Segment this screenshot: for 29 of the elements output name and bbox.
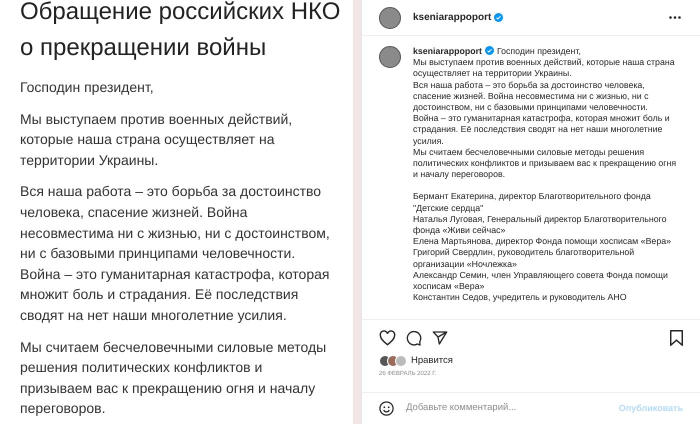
send-icon[interactable] <box>432 330 448 346</box>
more-icon[interactable] <box>669 16 681 19</box>
caption-text: Мы выступаем против военных действий, которые наша страна осуществляет на территории Украины. <box>413 57 676 80</box>
caption-text: Война – это гуманитарная катастрофа, которая множит боль и страдания. Её последствия сводят на нет наши многолетние усилия. <box>413 113 671 147</box>
caption-text: Мы считаем бесчеловечными силовые методы решения политических конфликтов и призываем вас к прекращению огня и началу переговоров. <box>413 146 678 180</box>
emoji-icon[interactable] <box>379 401 394 416</box>
signatory-text: Елена Мартьянова, директор Фонда помощи хосписам «Вера» <box>413 236 672 248</box>
signatory-text: Григорий Свердлин, руководитель благотворительной организации «Ночлежка» <box>413 247 636 270</box>
heart-icon[interactable] <box>379 330 396 346</box>
document-paragraph: Господин президент, <box>20 78 155 97</box>
signatory-text: Константин Седов, учредитель и руководитель АНО <box>413 292 628 304</box>
document-paragraph: Мы выступаем против военных действий, которые наша страна осуществляет на территории Украины. <box>20 110 294 170</box>
likes-label[interactable]: Нравится <box>411 354 453 368</box>
username[interactable]: kseniarappoport <box>413 46 482 56</box>
bookmark-icon[interactable] <box>670 330 683 346</box>
signatory-text: Наталья Луговая, Генеральный директор Благотворительного фонда «Живи сейчас» <box>413 214 668 236</box>
avatar[interactable] <box>379 6 401 28</box>
liker-avatars <box>379 355 407 368</box>
document-title: Обращение российских НКО о прекращении войны <box>20 0 342 63</box>
caption-text: Вся наша работа – это борьба за достоинство человека, спасение жизней. Война несовместима ни с жизнью, ни с достоинством, ни с базовыми принципами человечности. <box>413 80 650 114</box>
username[interactable]: kseniarappoport <box>413 10 492 25</box>
comment-field[interactable]: Добавьте комментарий... <box>406 401 619 416</box>
document-paragraph: Вся наша работа – это борьба за достоинство человека, спасение жизней. Война несовместима ни с жизнью, ни с достоинством, ни с базовыми принципами человечности. Война – это гуманитарная катастрофа, которая множит боль и страдания. Её последствия сводят на нет наши многолетние усилия. <box>20 182 331 325</box>
signatory-text: Александр Семин, член Управляющего совета Фонда помощи хосписам «Вера» <box>413 270 669 292</box>
avatar[interactable] <box>379 46 401 68</box>
caption-text: Господин президент, <box>496 46 581 56</box>
comment-icon[interactable] <box>406 330 422 346</box>
document-paragraph: Мы считаем бесчеловечными силовые методы решения политических конфликтов и призываем вас к прекращению огня и началу переговоров. <box>20 338 328 418</box>
signatory-text: Бермант Екатерина, директор Благотворительного фонда "Детские сердца" <box>413 191 652 214</box>
